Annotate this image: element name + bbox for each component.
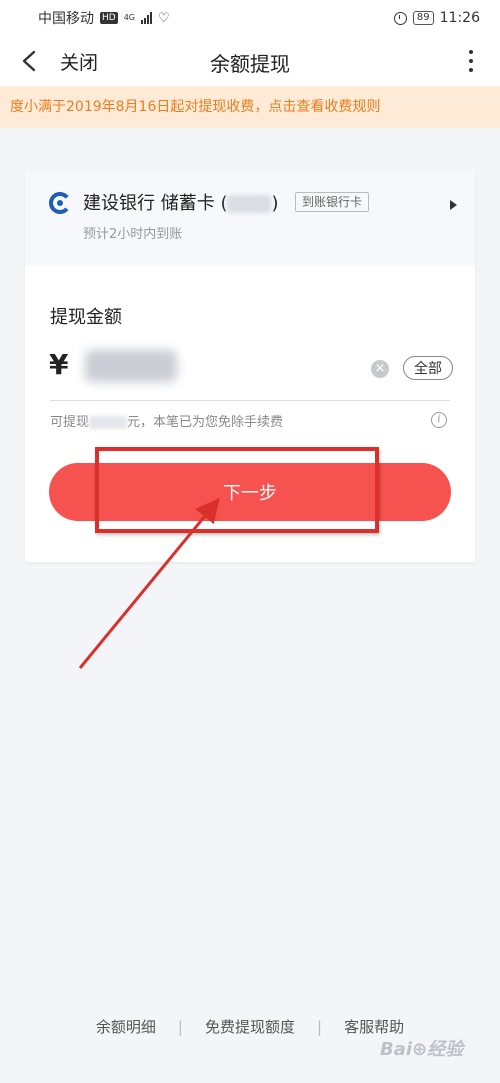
available-amount-redacted	[89, 416, 128, 429]
signal-icon	[141, 12, 152, 24]
available-prefix: 可提现	[50, 415, 90, 430]
bank-name-close: )	[271, 193, 279, 214]
available-suffix: 元，本笔已为您免除手续费	[127, 415, 284, 430]
footer-links: 余额明细 | 免费提现额度 | 客服帮助	[0, 1016, 500, 1037]
battery-icon: 89	[412, 11, 434, 25]
alarm-icon	[393, 11, 407, 25]
bank-name-text: 建设银行 储蓄卡 (	[83, 193, 228, 214]
amount-label: 提现金额	[50, 307, 122, 328]
footer-link-customer-help[interactable]: 客服帮助	[344, 1016, 404, 1037]
bank-name: 建设银行 储蓄卡 ()	[83, 189, 279, 215]
hd-badge: HD	[100, 12, 118, 24]
clock-time: 11:26	[439, 10, 480, 26]
divider	[50, 400, 450, 401]
chevron-right-icon	[450, 200, 457, 210]
clear-icon[interactable]: ×	[371, 360, 389, 378]
fee-notice-banner[interactable]: 度小满于2019年8月16日起对提现收费，点击查看收费规则	[0, 86, 500, 128]
bank-card-selector[interactable]: 建设银行 储蓄卡 () 到账银行卡 预计2小时内到账	[25, 170, 475, 266]
watermark-logo: Bai⊕经验	[380, 1039, 464, 1060]
status-left: 中国移动 HD 4G ♡	[38, 8, 170, 28]
status-bar: 中国移动 HD 4G ♡ 89 11:26	[0, 0, 500, 36]
card-number-redacted	[227, 195, 272, 213]
status-right: 89 11:26	[393, 10, 480, 26]
network-type: 4G	[123, 13, 135, 22]
footer-link-free-quota[interactable]: 免费提现额度	[205, 1016, 295, 1037]
withdraw-all-button[interactable]: 全部	[403, 356, 453, 380]
currency-symbol: ¥	[49, 348, 69, 381]
footer-link-balance-details[interactable]: 余额明细	[96, 1016, 156, 1037]
arrival-time: 预计2小时内到账	[83, 227, 183, 242]
ccb-bank-logo-icon	[49, 192, 71, 214]
receiving-card-tag: 到账银行卡	[295, 192, 370, 212]
info-icon[interactable]: i	[431, 412, 447, 428]
close-button[interactable]: 关闭	[60, 48, 98, 75]
health-icon: ♡	[158, 10, 170, 26]
amount-redacted	[85, 350, 177, 382]
withdraw-card: 建设银行 储蓄卡 () 到账银行卡 预计2小时内到账 提现金额 ¥ × 全部 可…	[25, 170, 475, 562]
back-arrow-icon[interactable]	[20, 50, 40, 72]
footer-separator: |	[177, 1017, 183, 1036]
available-balance-text: 可提现 元，本笔已为您免除手续费	[50, 411, 283, 430]
next-step-button[interactable]: 下一步	[49, 463, 451, 521]
carrier-name: 中国移动	[38, 11, 94, 27]
more-menu-icon[interactable]	[468, 50, 474, 72]
footer-separator: |	[317, 1017, 323, 1036]
nav-bar: 关闭 余额提现	[0, 36, 500, 86]
